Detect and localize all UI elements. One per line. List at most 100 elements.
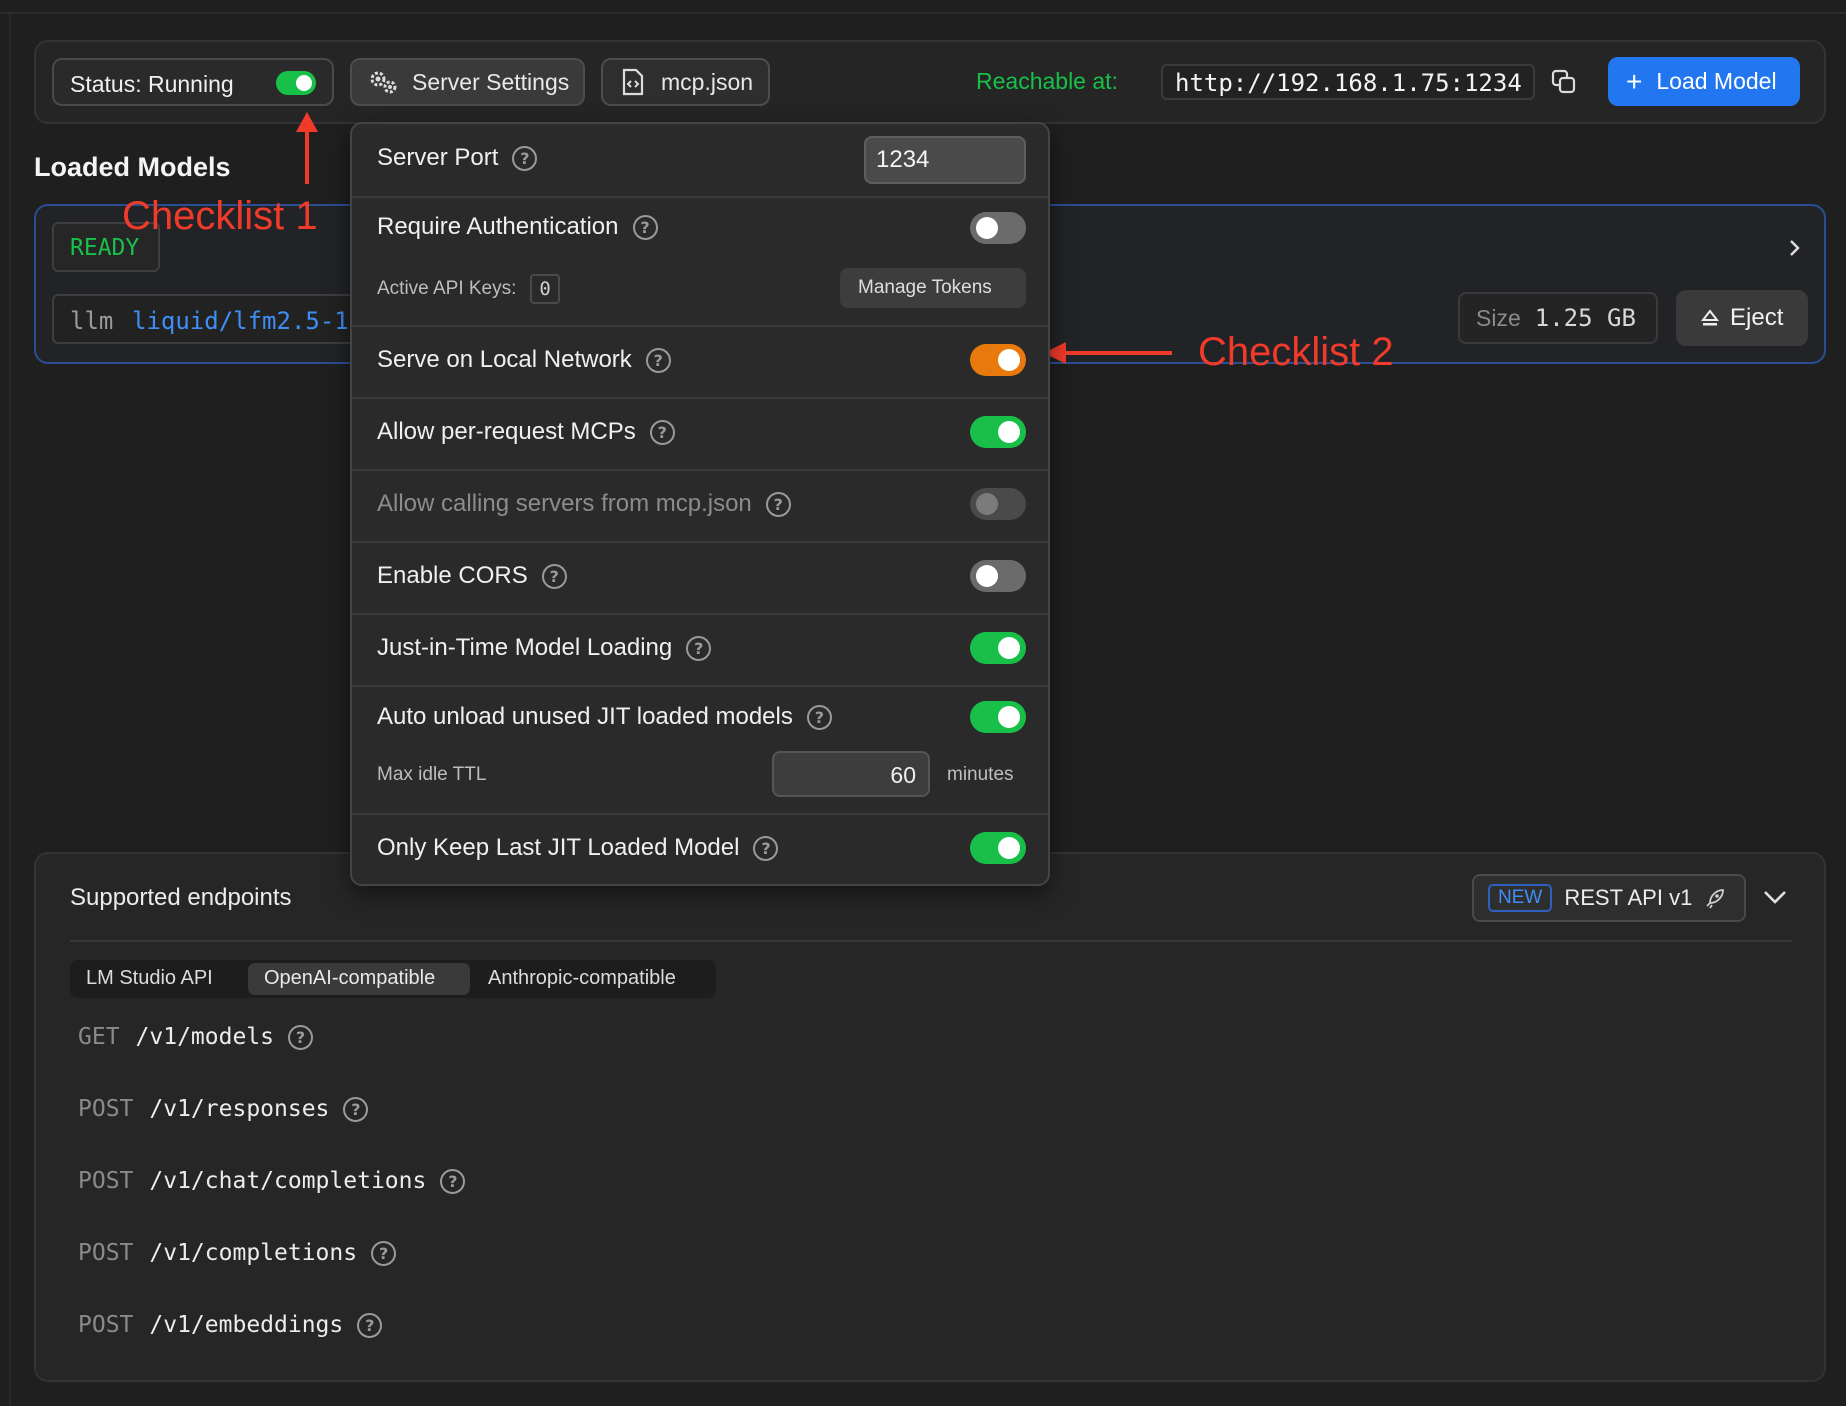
calling-servers-toggle[interactable] [970, 488, 1026, 520]
max-idle-value: 60 [890, 762, 916, 788]
endpoint-row[interactable]: POST /v1/embeddings ? [78, 1312, 383, 1338]
per-request-mcp-row: Allow per-request MCPs ? [377, 418, 675, 446]
file-code-icon [622, 68, 644, 96]
server-settings-label: Server Settings [412, 68, 570, 95]
copy-icon[interactable] [1551, 69, 1577, 95]
keep-last-toggle[interactable] [970, 832, 1026, 864]
serve-local-label: Serve on Local Network [377, 346, 632, 373]
require-auth-row: Require Authentication ? [377, 213, 658, 241]
annotation-arrow-up [296, 112, 318, 184]
eject-label: Eject [1730, 304, 1784, 331]
server-url[interactable]: http://192.168.1.75:1234 [1161, 64, 1535, 100]
endpoint-method: POST [78, 1240, 134, 1266]
annotation-arrow-left [1044, 342, 1172, 364]
rest-api-button[interactable]: NEW REST API v1 [1472, 874, 1746, 922]
mcp-json-label: mcp.json [661, 68, 754, 95]
top-divider [0, 12, 1846, 14]
model-type: llm [70, 307, 114, 335]
manage-tokens-button[interactable]: Manage Tokens [840, 268, 1026, 308]
help-icon[interactable]: ? [371, 1240, 397, 1266]
server-url-text: http://192.168.1.75:1234 [1175, 69, 1522, 97]
checklist-2-annotation: Checklist 2 [1198, 330, 1394, 374]
help-icon[interactable]: ? [753, 835, 779, 861]
endpoint-row[interactable]: GET /v1/models ? [78, 1024, 314, 1050]
jit-toggle[interactable] [970, 632, 1026, 664]
per-request-mcp-toggle[interactable] [970, 416, 1026, 448]
endpoint-method: POST [78, 1312, 134, 1338]
keep-last-label: Only Keep Last JIT Loaded Model [377, 834, 740, 861]
help-icon[interactable]: ? [288, 1024, 314, 1050]
auto-unload-toggle[interactable] [970, 701, 1026, 733]
server-settings-popover: Server Port ? 1234 Require Authenticatio… [350, 122, 1050, 886]
help-icon[interactable]: ? [765, 491, 791, 517]
tab-lm-studio-api[interactable]: LM Studio API [86, 967, 213, 990]
settings-divider [352, 541, 1048, 543]
help-icon[interactable]: ? [343, 1096, 369, 1122]
load-model-label: Load Model [1656, 68, 1777, 94]
chevron-right-icon[interactable] [1787, 238, 1803, 258]
gears-icon [370, 71, 397, 94]
help-icon[interactable]: ? [512, 145, 538, 171]
require-auth-label: Require Authentication [377, 213, 619, 240]
model-size: Size 1.25 GB [1458, 292, 1658, 344]
settings-divider [352, 613, 1048, 615]
max-idle-label: Max idle TTL [377, 764, 487, 785]
per-request-mcp-label: Allow per-request MCPs [377, 418, 636, 445]
model-identifier[interactable]: llm liquid/lfm2.5-1 [52, 294, 362, 344]
endpoint-row[interactable]: POST /v1/chat/completions ? [78, 1168, 466, 1194]
cors-toggle[interactable] [970, 560, 1026, 592]
server-status-toggle[interactable] [276, 71, 316, 95]
serve-local-row: Serve on Local Network ? [377, 346, 671, 374]
new-badge: NEW [1488, 884, 1553, 912]
max-idle-unit: minutes [947, 764, 1014, 785]
active-keys-label: Active API Keys: [377, 278, 517, 299]
server-port-value: 1234 [876, 146, 930, 173]
endpoint-row[interactable]: POST /v1/completions ? [78, 1240, 397, 1266]
help-icon[interactable]: ? [440, 1168, 466, 1194]
manage-tokens-label: Manage Tokens [858, 277, 992, 298]
endpoint-path: /v1/embeddings [149, 1312, 344, 1338]
status-label: Status: Running [70, 71, 234, 97]
size-value: 1.25 GB [1534, 304, 1636, 332]
max-idle-input[interactable]: 60 [772, 751, 930, 797]
jit-row: Just-in-Time Model Loading ? [377, 634, 712, 662]
endpoint-method: POST [78, 1168, 134, 1194]
settings-divider [352, 325, 1048, 327]
left-edge [9, 14, 11, 1406]
tab-openai-compatible[interactable]: OpenAI-compatible [248, 963, 470, 995]
settings-divider [352, 196, 1048, 198]
loaded-models-title: Loaded Models [34, 152, 231, 182]
keep-last-row: Only Keep Last JIT Loaded Model ? [377, 834, 779, 862]
endpoint-path: /v1/completions [149, 1240, 358, 1266]
server-settings-button[interactable]: Server Settings [350, 58, 585, 106]
tab-anthropic-compatible[interactable]: Anthropic-compatible [488, 967, 676, 990]
endpoint-path: /v1/chat/completions [149, 1168, 427, 1194]
help-icon[interactable]: ? [686, 635, 712, 661]
auto-unload-label: Auto unload unused JIT loaded models [377, 703, 793, 730]
settings-divider [352, 685, 1048, 687]
reachable-label: Reachable at: [976, 68, 1118, 94]
chevron-down-icon[interactable] [1762, 888, 1788, 906]
load-model-button[interactable]: + Load Model [1608, 57, 1800, 106]
endpoints-divider [70, 940, 1792, 942]
jit-label: Just-in-Time Model Loading [377, 634, 673, 661]
checklist-1-annotation: Checklist 1 [122, 194, 318, 238]
help-icon[interactable]: ? [649, 419, 675, 445]
endpoint-method: POST [78, 1096, 134, 1122]
help-icon[interactable]: ? [357, 1312, 383, 1338]
server-port-input[interactable]: 1234 [864, 136, 1026, 184]
eject-button[interactable]: Eject [1676, 290, 1808, 346]
endpoint-row[interactable]: POST /v1/responses ? [78, 1096, 369, 1122]
endpoint-path: /v1/responses [149, 1096, 330, 1122]
serve-local-toggle[interactable] [970, 344, 1026, 376]
auto-unload-row: Auto unload unused JIT loaded models ? [377, 703, 832, 731]
require-auth-toggle[interactable] [970, 212, 1026, 244]
endpoint-method: GET [78, 1024, 120, 1050]
status-pill[interactable]: Status: Running [52, 58, 334, 106]
endpoint-path: /v1/models [135, 1024, 275, 1050]
help-icon[interactable]: ? [632, 214, 658, 240]
mcp-json-button[interactable]: mcp.json [601, 58, 770, 106]
help-icon[interactable]: ? [645, 347, 671, 373]
help-icon[interactable]: ? [541, 563, 567, 589]
help-icon[interactable]: ? [806, 704, 832, 730]
